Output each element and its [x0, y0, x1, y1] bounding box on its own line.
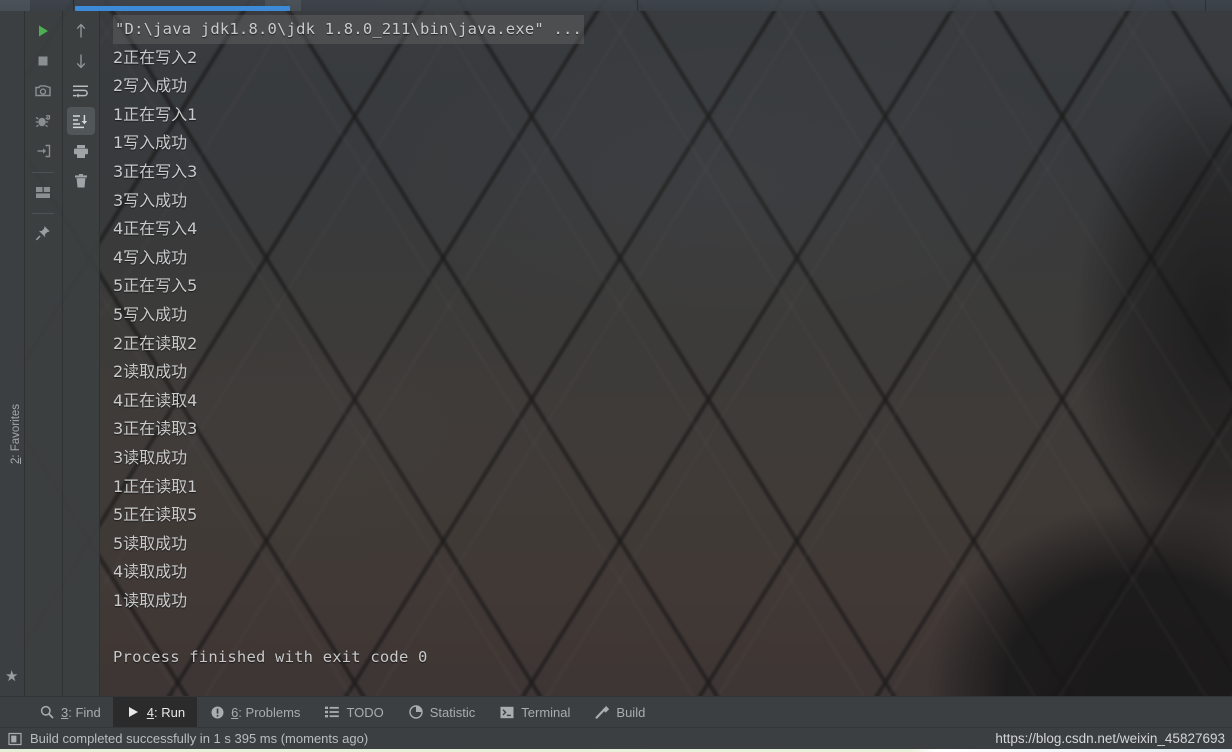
warning-icon — [209, 704, 225, 720]
console-line: 5正在写入5 — [113, 276, 198, 296]
chrome-divider-3 — [1205, 0, 1206, 11]
tab-todo-text: TODO — [346, 704, 384, 720]
toolbar-separator-2 — [32, 213, 55, 214]
bottom-tool-window-tabs: 3: Find 4: Run 6: Problems TODO Statistic Ter… — [0, 696, 1232, 727]
console-exit-line: Process finished with exit code 0 — [113, 648, 428, 667]
console-line: 2正在读取2 — [113, 333, 198, 353]
tab-run[interactable]: 4: Run — [112, 697, 198, 727]
run-console-output[interactable]: "D:\java jdk1.8.0\jdk 1.8.0_211\bin\java… — [100, 11, 1232, 696]
printer-icon — [73, 144, 89, 159]
tab-todo-label: TODO — [346, 705, 383, 720]
console-line: 1读取成功 — [113, 590, 188, 610]
tab-run-label: 4: Run — [147, 705, 185, 720]
tab-find[interactable]: 3: Find — [27, 697, 113, 727]
tab-build-label: Build — [616, 705, 645, 720]
tab-statistic-text: Statistic — [429, 704, 476, 720]
tab-todo[interactable]: TODO — [312, 697, 395, 727]
stop-button[interactable] — [29, 47, 57, 75]
arrow-up-icon — [74, 23, 88, 39]
scroll-to-end-icon — [72, 114, 89, 129]
arrow-down-icon — [74, 53, 88, 69]
tab-problems-label: 6: Problems — [231, 705, 300, 720]
favorites-rail: 2: Favorites ★ — [0, 11, 25, 696]
chrome-tab-fragment-1 — [0, 0, 30, 11]
favorites-mnemonic: 2 — [10, 457, 22, 464]
console-line: 2正在写入2 — [113, 47, 198, 67]
console-line: 5写入成功 — [113, 304, 188, 324]
console-line: 2读取成功 — [113, 362, 188, 382]
layout-icon — [35, 186, 51, 199]
watermark-url: https://blog.csdn.net/weixin_45827693 — [995, 730, 1225, 746]
play-icon — [125, 704, 141, 720]
debug-button[interactable] — [29, 107, 57, 135]
console-command-line: "D:\java jdk1.8.0\jdk 1.8.0_211\bin\java… — [113, 15, 585, 44]
list-icon — [324, 704, 340, 720]
tab-terminal-label: Terminal — [521, 705, 570, 720]
status-message: Build completed successfully in 1 s 395 … — [30, 731, 369, 746]
console-line: 1正在写入1 — [113, 104, 198, 124]
attach-button[interactable] — [29, 137, 57, 165]
tab-build-text: Build — [616, 704, 646, 720]
console-line: 2写入成功 — [113, 76, 188, 96]
tab-problems[interactable]: 6: Problems — [197, 697, 312, 727]
console-line: 4写入成功 — [113, 247, 188, 267]
print-button[interactable] — [67, 137, 95, 165]
console-line: 5读取成功 — [113, 533, 188, 553]
toolbar-column-primary — [25, 11, 62, 696]
tab-run-text: : Run — [153, 704, 186, 720]
pin-tab-button[interactable] — [29, 219, 57, 247]
star-icon[interactable]: ★ — [5, 669, 18, 684]
console-line: 1写入成功 — [113, 133, 188, 153]
chrome-divider-1 — [73, 0, 74, 11]
toolbar-separator-1 — [32, 172, 55, 173]
tab-statistic-label: Statistic — [430, 705, 476, 720]
bug-icon — [35, 114, 51, 129]
sidebar-item-favorites[interactable]: 2: Favorites — [10, 386, 22, 482]
soft-wrap-icon — [72, 84, 89, 98]
search-icon — [39, 704, 55, 720]
scroll-to-end-button[interactable] — [66, 107, 95, 135]
toolbar-column-secondary — [61, 11, 100, 696]
ide-window: 2: Favorites ★ "D:\java jdk1.8.0\jdk 1.8… — [0, 0, 1232, 752]
stop-icon — [36, 54, 50, 68]
chrome-divider-2 — [637, 0, 638, 11]
terminal-icon — [499, 704, 515, 720]
build-window-icon[interactable] — [8, 732, 22, 746]
hammer-icon — [594, 704, 610, 720]
login-arrow-icon — [36, 144, 51, 158]
screenshot-button[interactable] — [29, 77, 57, 105]
scroll-down-button[interactable] — [67, 47, 95, 75]
soft-wrap-button[interactable] — [67, 77, 95, 105]
tab-statistic[interactable]: Statistic — [396, 697, 488, 727]
layout-button[interactable] — [29, 178, 57, 206]
tab-find-label: 3: Find — [61, 705, 101, 720]
run-console-toolbar — [25, 11, 100, 696]
console-line: 5正在读取5 — [113, 505, 198, 525]
console-line: 3写入成功 — [113, 190, 188, 210]
console-line: 4读取成功 — [113, 562, 188, 582]
tab-build[interactable]: Build — [582, 697, 657, 727]
tab-problems-text: : Problems — [238, 704, 301, 720]
scroll-up-button[interactable] — [67, 17, 95, 45]
tab-terminal-text: Terminal — [521, 704, 571, 720]
play-icon — [36, 24, 50, 38]
console-line: 3正在读取3 — [113, 419, 198, 439]
tab-find-text: : Find — [68, 704, 101, 720]
console-line-list: 2正在写入2 2写入成功 1正在写入1 1写入成功 3正在写入3 3写入成功 4正在写入4 4… — [113, 44, 1232, 616]
favorites-label: : Favorites — [10, 403, 22, 458]
console-line: 3正在写入3 — [113, 161, 198, 181]
rerun-button[interactable] — [29, 17, 57, 45]
pie-chart-icon — [408, 704, 424, 720]
trash-icon — [74, 173, 88, 189]
clear-all-button[interactable] — [67, 167, 95, 195]
console-line: 4正在读取4 — [113, 390, 198, 410]
console-line: 3读取成功 — [113, 447, 188, 467]
camera-icon — [35, 84, 51, 98]
console-line: 4正在写入4 — [113, 219, 198, 239]
tab-terminal[interactable]: Terminal — [487, 697, 582, 727]
pin-icon — [35, 225, 51, 241]
console-line: 1正在读取1 — [113, 476, 198, 496]
tab-run-mnemonic: 4 — [146, 704, 154, 720]
